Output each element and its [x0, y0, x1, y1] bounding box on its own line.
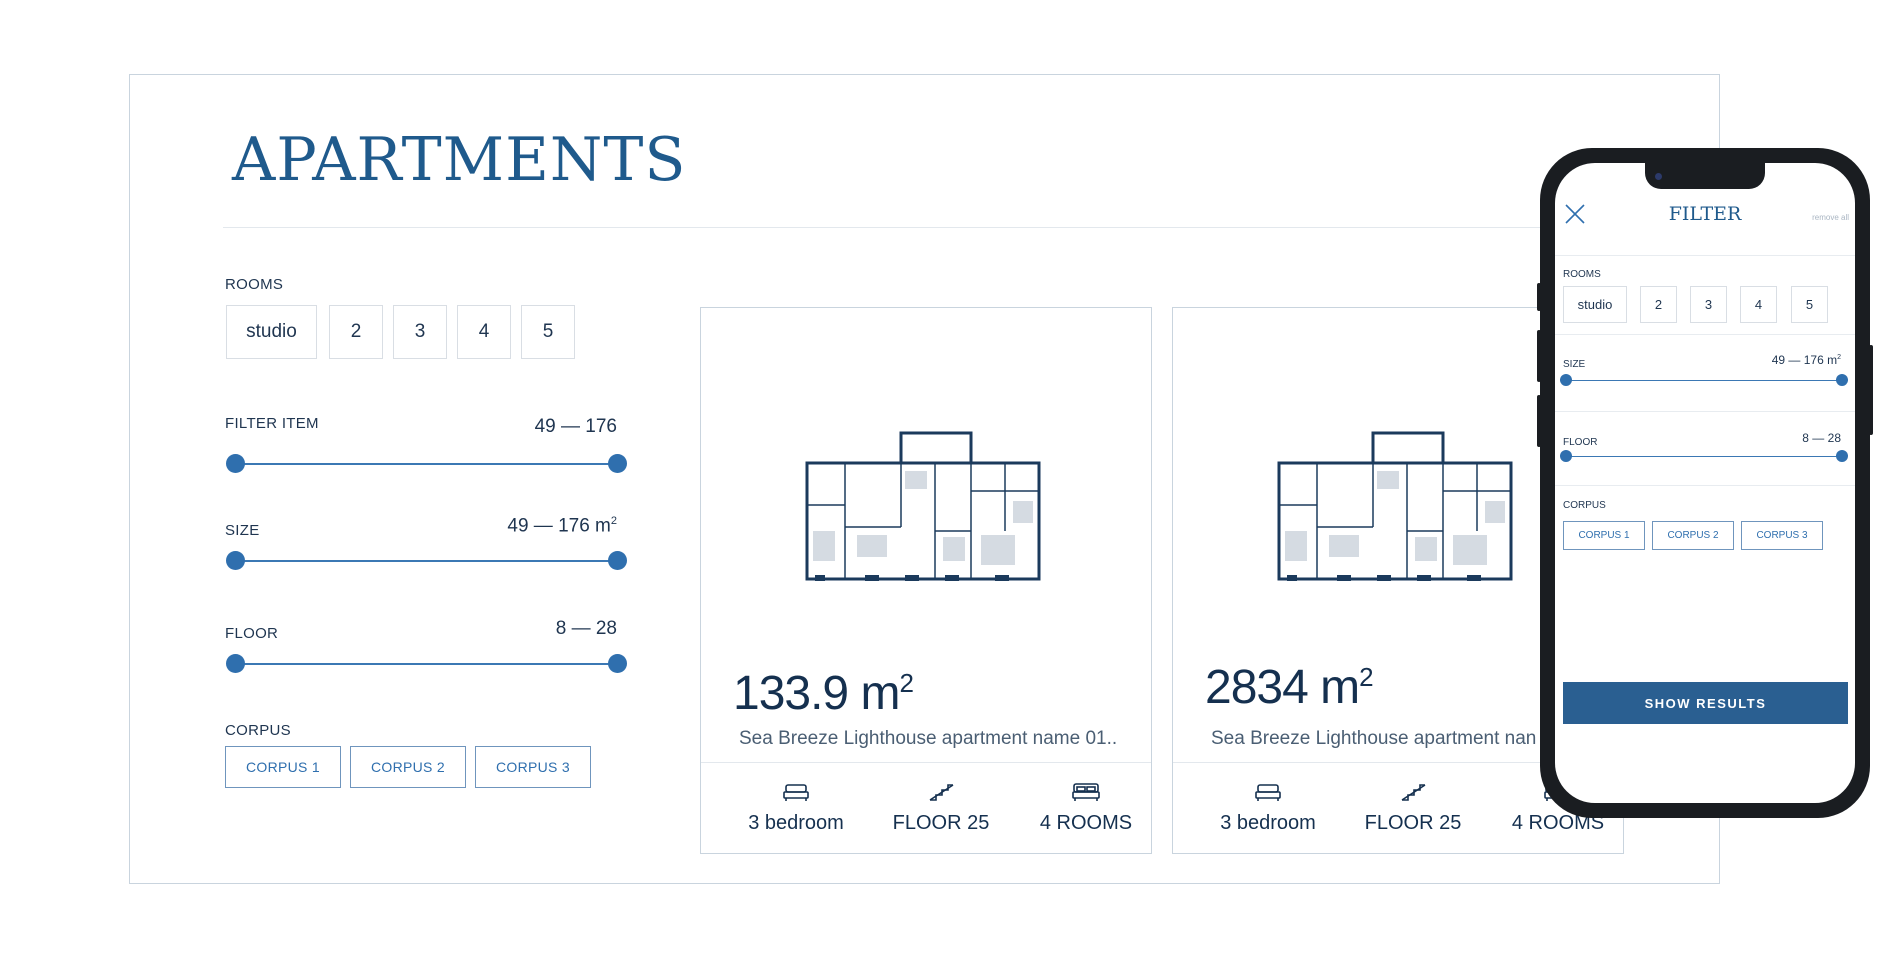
- feature-rooms: 4 ROOMS: [1031, 782, 1141, 835]
- phone-screen: FILTER remove all ROOMS studio 2 3 4 5 S…: [1555, 163, 1855, 803]
- page-title: APARTMENTS: [232, 125, 687, 195]
- camera-icon: [1655, 173, 1662, 180]
- mobile-floor-slider-max-handle[interactable]: [1836, 450, 1848, 462]
- size-slider-min-handle[interactable]: [226, 551, 245, 570]
- corpus-option-3[interactable]: CORPUS 3: [475, 746, 591, 788]
- section-divider: [1555, 485, 1855, 486]
- mobile-size-slider-max-handle[interactable]: [1836, 374, 1848, 386]
- room-option-studio[interactable]: studio: [226, 305, 317, 359]
- apartment-card[interactable]: 133.9 m2 Sea Breeze Lighthouse apartment…: [700, 307, 1152, 854]
- mobile-size-slider-min-handle[interactable]: [1560, 374, 1572, 386]
- filter-item-value: 49 — 176: [534, 416, 617, 437]
- mobile-room-option-4[interactable]: 4: [1740, 286, 1777, 323]
- room-option-2[interactable]: 2: [329, 305, 383, 359]
- bed-icon: [783, 784, 809, 801]
- floor-slider-track[interactable]: [236, 663, 618, 665]
- size-slider-max-handle[interactable]: [608, 551, 627, 570]
- filter-item-label: FILTER ITEM: [225, 415, 319, 432]
- header-divider: [1555, 255, 1855, 256]
- room-option-5[interactable]: 5: [521, 305, 575, 359]
- filter-item-slider-track[interactable]: [236, 463, 618, 465]
- floor-value: 8 — 28: [555, 618, 617, 639]
- section-divider: [1555, 334, 1855, 335]
- show-results-button[interactable]: SHOW RESULTS: [1563, 682, 1848, 724]
- mobile-size-slider-track[interactable]: [1566, 380, 1842, 381]
- size-value: 49 — 176 m2: [507, 515, 617, 537]
- floor-slider-min-handle[interactable]: [226, 654, 245, 673]
- mobile-corpus-option-2[interactable]: CORPUS 2: [1652, 521, 1734, 550]
- phone-mockup: FILTER remove all ROOMS studio 2 3 4 5 S…: [1540, 148, 1870, 818]
- mobile-floor-label: FLOOR: [1563, 437, 1598, 448]
- feature-bedrooms: 3 bedroom: [1213, 782, 1323, 835]
- mobile-corpus-option-3[interactable]: CORPUS 3: [1741, 521, 1823, 550]
- mobile-corpus-option-1[interactable]: CORPUS 1: [1563, 521, 1645, 550]
- stairs-icon: [929, 784, 954, 801]
- feature-floor: FLOOR 25: [1358, 782, 1468, 835]
- mobile-room-option-studio[interactable]: studio: [1563, 286, 1627, 323]
- corpus-label: CORPUS: [225, 722, 291, 739]
- title-divider: [223, 227, 1683, 228]
- mobile-floor-slider-min-handle[interactable]: [1560, 450, 1572, 462]
- double-bed-icon: [1072, 783, 1100, 801]
- apartment-name: Sea Breeze Lighthouse apartment nan: [1211, 728, 1537, 749]
- stairs-icon: [1401, 784, 1426, 801]
- floor-slider-max-handle[interactable]: [608, 654, 627, 673]
- filter-item-slider-max-handle[interactable]: [608, 454, 627, 473]
- filter-title: FILTER: [1668, 203, 1742, 225]
- room-option-4[interactable]: 4: [457, 305, 511, 359]
- rooms-label: ROOMS: [225, 276, 284, 293]
- mobile-room-option-3[interactable]: 3: [1690, 286, 1727, 323]
- corpus-option-1[interactable]: CORPUS 1: [225, 746, 341, 788]
- size-slider-track[interactable]: [236, 560, 618, 562]
- mobile-floor-value: 8 — 28: [1802, 431, 1841, 445]
- card-divider: [701, 762, 1151, 763]
- phone-notch: [1645, 163, 1765, 189]
- mobile-size-label: SIZE: [1563, 359, 1586, 370]
- feature-floor: FLOOR 25: [886, 782, 996, 835]
- section-divider: [1555, 411, 1855, 412]
- floor-label: FLOOR: [225, 625, 279, 642]
- corpus-option-2[interactable]: CORPUS 2: [350, 746, 466, 788]
- mobile-size-value: 49 — 176 m2: [1771, 353, 1841, 367]
- mobile-corpus-label: CORPUS: [1563, 500, 1606, 511]
- apartment-area: 2834 m2: [1205, 661, 1374, 714]
- floor-plan-image: [805, 431, 1041, 581]
- mobile-rooms-label: ROOMS: [1563, 269, 1601, 280]
- room-option-3[interactable]: 3: [393, 305, 447, 359]
- mobile-room-option-2[interactable]: 2: [1640, 286, 1677, 323]
- bed-icon: [1255, 784, 1281, 801]
- mobile-floor-slider-track[interactable]: [1566, 456, 1842, 457]
- floor-plan-image: [1277, 431, 1513, 581]
- size-label: SIZE: [225, 522, 260, 539]
- filter-item-slider-min-handle[interactable]: [226, 454, 245, 473]
- remove-all-link[interactable]: remove all: [1812, 213, 1849, 222]
- feature-bedrooms: 3 bedroom: [741, 782, 851, 835]
- apartment-area: 133.9 m2: [733, 667, 914, 720]
- apartment-name: Sea Breeze Lighthouse apartment name 01.…: [739, 728, 1118, 749]
- mobile-room-option-5[interactable]: 5: [1791, 286, 1828, 323]
